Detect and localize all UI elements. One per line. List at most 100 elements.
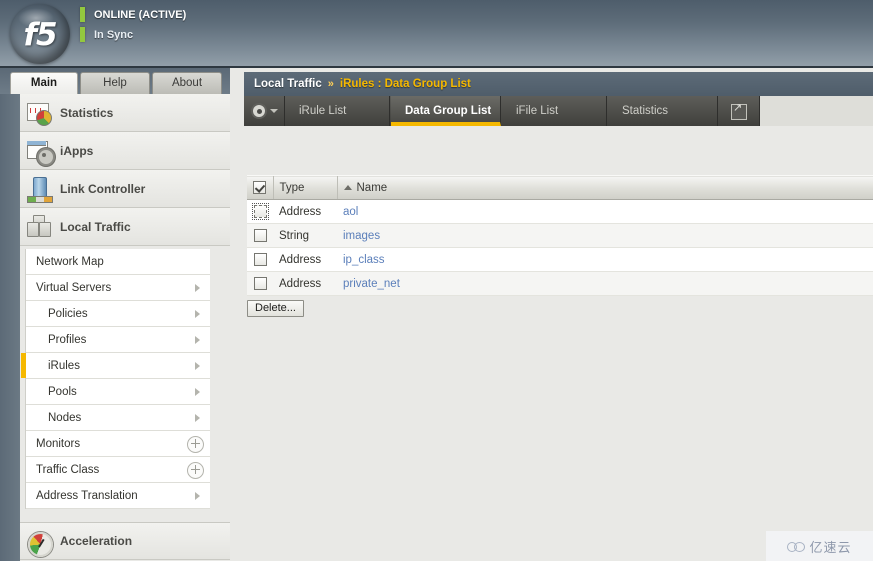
data-group-table: Type Name Address aol String images Addr… — [247, 175, 873, 296]
data-group-link[interactable]: ip_class — [343, 254, 385, 266]
sidebar-item-irules[interactable]: iRules — [21, 353, 210, 379]
iapps-icon — [26, 138, 55, 166]
table-row: Address private_net — [247, 271, 873, 296]
data-group-link[interactable]: images — [343, 230, 380, 242]
link-controller-icon — [26, 176, 53, 203]
sidebar-item-iapps[interactable]: iApps — [20, 132, 230, 170]
active-item-marker — [21, 353, 26, 378]
row-select-cell[interactable] — [247, 199, 273, 224]
table-row: Address aol — [247, 199, 873, 224]
logo-label: f5 — [23, 17, 57, 53]
chevron-right-icon — [195, 284, 200, 292]
statistics-icon — [26, 100, 52, 126]
select-all-header[interactable] — [247, 175, 273, 200]
data-group-link[interactable]: private_net — [343, 278, 400, 290]
column-header-name-label: Name — [356, 181, 388, 194]
status-online-label: ONLINE (ACTIVE) — [94, 9, 187, 21]
sidebar-item-local-traffic[interactable]: Local Traffic — [20, 208, 230, 246]
status-row-online: ONLINE (ACTIVE) — [80, 6, 186, 24]
sidebar-item-pools-label: Pools — [48, 385, 77, 398]
row-checkbox[interactable] — [251, 203, 269, 220]
tab-irule-list[interactable]: iRule List — [285, 96, 390, 126]
row-select-cell[interactable] — [247, 223, 273, 248]
sidebar-item-link-controller-label: Link Controller — [60, 181, 146, 196]
row-name-cell: private_net — [337, 271, 873, 296]
breadcrumb-leaf: iRules : Data Group List — [339, 78, 471, 90]
sidebar-item-address-translation-label: Address Translation — [36, 489, 138, 502]
tabbar-filler — [760, 96, 873, 126]
data-group-link[interactable]: aol — [343, 206, 358, 218]
breadcrumb-separator: » — [327, 78, 334, 90]
chevron-right-icon — [195, 414, 200, 422]
tab-statistics[interactable]: Statistics — [608, 96, 718, 126]
sidebar-item-address-translation[interactable]: Address Translation — [26, 483, 210, 509]
tab-help-label: Help — [103, 77, 127, 89]
app-header: f5 ONLINE (ACTIVE) In Sync — [0, 0, 873, 68]
gear-icon — [253, 105, 265, 117]
sidebar-item-nodes[interactable]: Nodes — [26, 405, 210, 431]
tab-help[interactable]: Help — [80, 72, 150, 94]
sidebar-item-acceleration[interactable]: Acceleration — [20, 522, 230, 560]
sidebar-item-irules-label: iRules — [48, 359, 80, 372]
row-select-cell[interactable] — [247, 271, 273, 296]
row-name-cell: ip_class — [337, 247, 873, 272]
tab-ifile-list[interactable]: iFile List — [502, 96, 607, 126]
tab-main[interactable]: Main — [10, 72, 78, 94]
sidebar-item-nodes-label: Nodes — [48, 411, 82, 424]
row-checkbox[interactable] — [253, 229, 267, 242]
sidebar-item-policies[interactable]: Policies — [26, 301, 210, 327]
cloud-icon — [787, 541, 806, 552]
delete-button[interactable]: Delete... — [247, 300, 304, 317]
column-header-name[interactable]: Name — [336, 175, 873, 200]
chevron-right-icon — [195, 310, 200, 318]
sync-indicator-bar — [80, 27, 85, 42]
sidebar-item-profiles-label: Profiles — [48, 333, 87, 346]
chevron-right-icon — [195, 388, 200, 396]
plus-circle-icon[interactable] — [187, 462, 204, 479]
sidebar-item-pools[interactable]: Pools — [26, 379, 210, 405]
main-content-area: Local Traffic » iRules : Data Group List… — [230, 68, 873, 561]
local-traffic-icon — [26, 214, 52, 240]
column-header-type[interactable]: Type — [272, 175, 337, 200]
table-row: Address ip_class — [247, 247, 873, 272]
breadcrumb-root[interactable]: Local Traffic — [254, 78, 322, 90]
tab-ifile-list-label: iFile List — [516, 105, 559, 117]
sidebar-item-profiles[interactable]: Profiles — [26, 327, 210, 353]
device-status-block: ONLINE (ACTIVE) In Sync — [80, 6, 186, 46]
sidebar-item-network-map[interactable]: Network Map — [26, 249, 210, 275]
sidebar-item-statistics[interactable]: Statistics — [20, 94, 230, 132]
table-row: String images — [247, 223, 873, 248]
sidebar-item-monitors-label: Monitors — [36, 437, 81, 450]
tab-about-label: About — [171, 77, 203, 89]
sidebar-item-traffic-class[interactable]: Traffic Class — [26, 457, 210, 483]
chevron-right-icon — [195, 492, 200, 500]
tab-main-label: Main — [30, 77, 58, 89]
data-group-table-wrapper: Type Name Address aol String images Addr… — [247, 175, 873, 296]
sidebar-item-link-controller[interactable]: Link Controller — [20, 170, 230, 208]
tab-about[interactable]: About — [152, 72, 222, 94]
select-all-checkbox[interactable] — [253, 181, 267, 194]
gear-menu-button[interactable] — [244, 96, 285, 126]
row-type-cell: Address — [273, 247, 337, 272]
sidebar-item-acceleration-label: Acceleration — [60, 534, 133, 548]
sidebar-item-network-map-label: Network Map — [36, 255, 104, 268]
acceleration-icon — [26, 528, 53, 557]
plus-circle-icon[interactable] — [187, 436, 204, 453]
f5-logo-icon: f5 — [8, 2, 72, 66]
popout-icon — [731, 101, 747, 120]
popout-button[interactable] — [719, 96, 760, 126]
row-type-cell: String — [273, 223, 337, 248]
row-name-cell: aol — [337, 199, 873, 224]
sidebar-item-policies-label: Policies — [48, 307, 88, 320]
row-checkbox[interactable] — [253, 253, 267, 266]
content-tabbar: iRule List Data Group List iFile List St… — [244, 96, 873, 126]
status-row-sync: In Sync — [80, 26, 186, 44]
sidebar-item-local-traffic-label: Local Traffic — [60, 219, 131, 234]
sidebar-item-statistics-label: Statistics — [60, 105, 114, 120]
tab-data-group-list[interactable]: Data Group List — [391, 96, 501, 126]
row-checkbox[interactable] — [253, 277, 267, 290]
sidebar-item-virtual-servers[interactable]: Virtual Servers — [26, 275, 210, 301]
row-select-cell[interactable] — [247, 247, 273, 272]
sidebar-item-monitors[interactable]: Monitors — [26, 431, 210, 457]
row-type-cell: Address — [273, 271, 337, 296]
